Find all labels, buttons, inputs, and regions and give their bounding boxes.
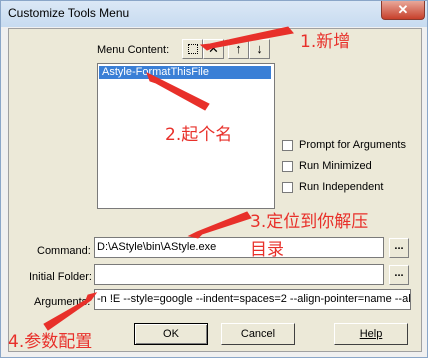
arrow-step2 bbox=[146, 71, 210, 111]
arrow-step1 bbox=[199, 26, 294, 51]
arrow-step3 bbox=[187, 211, 252, 239]
annotation-step4: 4.参数配置 bbox=[8, 332, 93, 352]
annotation-arrows bbox=[43, 26, 294, 331]
annotation-step3-line1: 3.定位到你解压 bbox=[250, 212, 369, 232]
annotation-step2: 2.起个名 bbox=[165, 125, 233, 145]
annotation-step3-line2: 目录 bbox=[250, 240, 284, 260]
arrow-step4 bbox=[43, 292, 98, 331]
annotation-step1: 1.新增 bbox=[300, 32, 351, 52]
